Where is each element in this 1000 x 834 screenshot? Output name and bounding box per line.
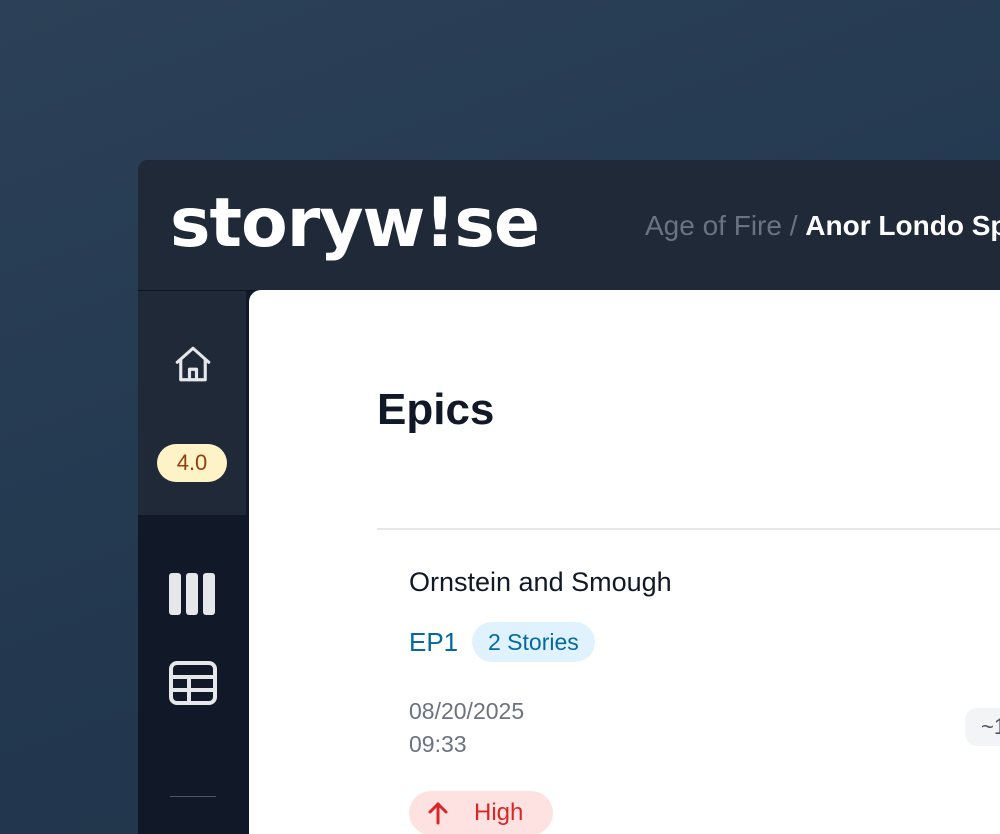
sidebar-item-home[interactable] (172, 343, 214, 390)
main-content: Epics Ornstein and Smough EP1 2 Stories … (249, 290, 1000, 834)
sidebar-item-table[interactable] (169, 661, 217, 710)
epic-title[interactable]: Ornstein and Smough (409, 564, 672, 600)
priority-label: High (474, 799, 524, 826)
stories-count-badge[interactable]: 2 Stories (472, 622, 595, 662)
breadcrumb: Age of Fire / Anor Londo Sp (645, 208, 1000, 244)
arrow-up-icon (427, 801, 449, 830)
table-icon (169, 661, 217, 705)
epic-id-link[interactable]: EP1 (409, 624, 458, 660)
epic-date: 08/20/2025 (409, 698, 525, 724)
top-bar: storyw!se Age of Fire / Anor Londo Sp (138, 160, 1000, 291)
priority-badge[interactable]: High (409, 791, 553, 834)
section-divider (377, 528, 1000, 530)
sidebar-item-board[interactable] (169, 573, 215, 620)
app-window: storyw!se Age of Fire / Anor Londo Sp 4.… (138, 160, 1000, 834)
breadcrumb-current: Anor Londo Sp (805, 210, 1000, 241)
version-badge: 4.0 (157, 444, 227, 482)
epic-time: 09:33 (409, 731, 467, 757)
breadcrumb-separator: / (781, 210, 806, 241)
breadcrumb-parent-link[interactable]: Age of Fire (645, 210, 782, 241)
page-title: Epics (377, 385, 495, 434)
home-icon (175, 346, 211, 382)
sidebar-divider (170, 796, 216, 797)
estimate-chip: ~1 (965, 708, 1000, 746)
app-logo[interactable]: storyw!se (170, 182, 540, 266)
sidebar-bottom-section (138, 515, 246, 834)
columns-icon (169, 573, 215, 615)
